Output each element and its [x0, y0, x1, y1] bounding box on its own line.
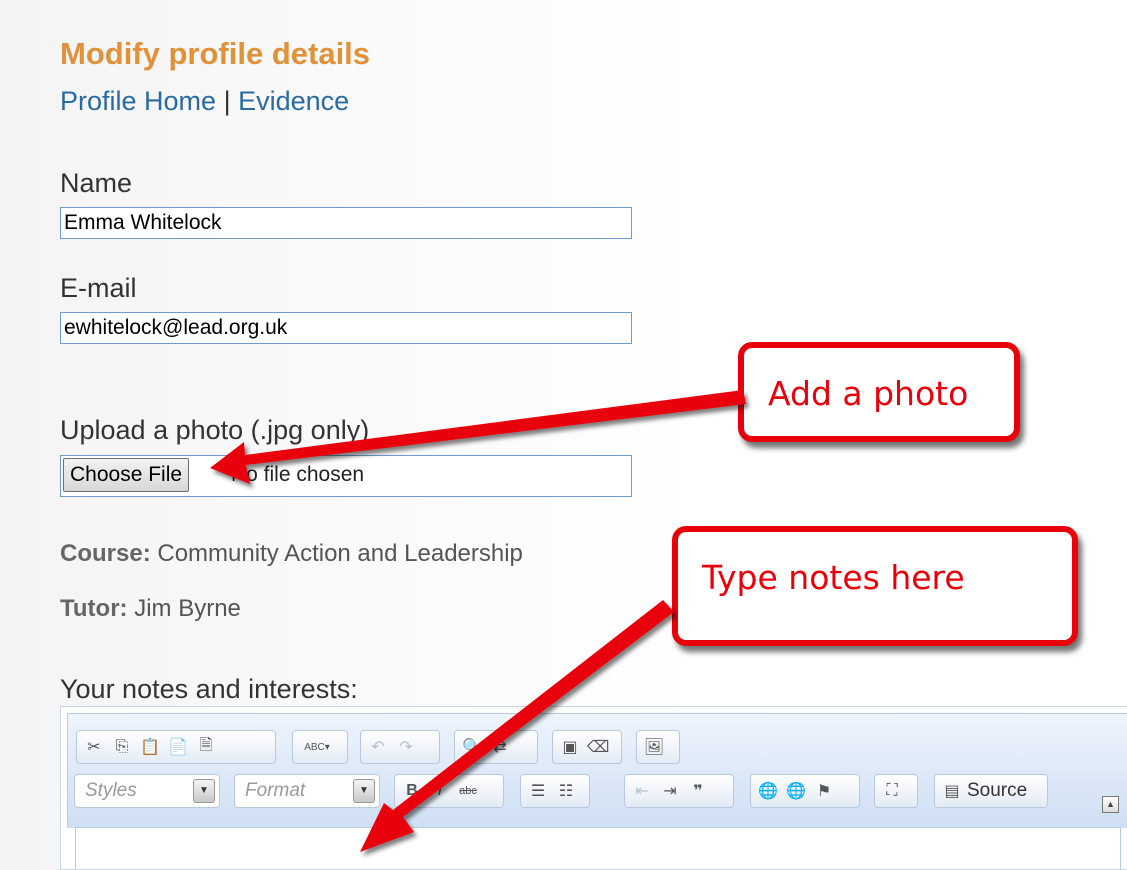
callout-type-notes: Type notes here [672, 526, 1078, 646]
anchor-flag-icon[interactable]: ⚑ [811, 778, 837, 804]
source-button[interactable]: ▤ Source [934, 774, 1048, 808]
course-label: Course: [60, 540, 151, 567]
undo-icon[interactable]: ↶ [365, 734, 391, 760]
select-all-icon[interactable]: ▣ [557, 734, 583, 760]
page-title: Modify profile details [60, 36, 371, 71]
tutor-value: Jim Byrne [134, 595, 241, 622]
name-input[interactable] [60, 207, 632, 239]
photo-upload-label: Upload a photo (.jpg only) [60, 415, 370, 445]
email-label: E-mail [60, 273, 137, 303]
image-icon[interactable]: 🖼 [641, 734, 667, 760]
collapse-toolbar-icon[interactable]: ▲ [1102, 796, 1119, 813]
copy-icon[interactable]: ⎘ [109, 734, 135, 760]
numbered-list-icon[interactable]: ☰ [525, 778, 551, 804]
photo-file-input[interactable]: Choose File No file chosen [60, 455, 632, 497]
toolbar-group-select: ▣ ⌫ [552, 730, 622, 764]
chevron-down-icon: ▼ [193, 779, 215, 803]
link-icon[interactable]: 🌐 [755, 778, 781, 804]
toolbar-group-clipboard: ✂ ⎘ 📋 📄 🗎 [76, 730, 276, 764]
format-dropdown[interactable]: Format ▼ [234, 774, 380, 808]
spellcheck-icon[interactable]: ABC ▾ [297, 734, 337, 760]
email-input[interactable] [60, 312, 632, 344]
toolbar-group-indent: ⇤ ⇥ ❞ [624, 774, 734, 808]
paste-text-icon[interactable]: 📄 [165, 734, 191, 760]
chevron-down-icon: ▼ [353, 779, 375, 803]
notes-label: Your notes and interests: [60, 674, 358, 704]
callout-add-photo-text: Add a photo [768, 374, 969, 413]
italic-icon[interactable]: I [427, 778, 453, 804]
toolbar-group-basic: B I abc [394, 774, 504, 808]
paste-word-icon[interactable]: 🗎 [193, 734, 219, 760]
redo-icon[interactable]: ↷ [393, 734, 419, 760]
editor-content-area[interactable] [75, 827, 1121, 869]
source-label: Source [967, 780, 1028, 801]
course-info: Course: Community Action and Leadership [60, 540, 523, 568]
nav-separator: | [223, 86, 231, 116]
name-label: Name [60, 168, 133, 198]
blockquote-icon[interactable]: ❞ [685, 778, 711, 804]
paste-icon[interactable]: 📋 [137, 734, 163, 760]
toolbar-group-links: 🌐 🌐 ⚑ [750, 774, 860, 808]
toolbar-group-find: 🔍 ⇄ [454, 730, 538, 764]
editor-toolbar: ✂ ⎘ 📋 📄 🗎 ABC ▾ ↶ ↷ 🔍 ⇄ ▣ ⌫ 🖼 Styles ▼ F… [67, 713, 1127, 828]
source-icon: ▤ [944, 783, 960, 800]
unlink-icon[interactable]: 🌐 [783, 778, 809, 804]
bullet-list-icon[interactable]: ☷ [553, 778, 579, 804]
maximize-icon[interactable]: ⛶ [879, 778, 905, 804]
outdent-icon[interactable]: ⇤ [629, 778, 655, 804]
toolbar-group-lists: ☰ ☷ [520, 774, 590, 808]
toolbar-group-spell: ABC ▾ [292, 730, 348, 764]
toolbar-group-image: 🖼 [636, 730, 680, 764]
toolbar-group-undo: ↶ ↷ [360, 730, 440, 764]
format-placeholder: Format [245, 780, 306, 801]
callout-type-notes-text: Type notes here [702, 558, 965, 597]
profile-home-link[interactable]: Profile Home [60, 86, 216, 116]
strike-icon[interactable]: abc [455, 778, 481, 804]
tutor-label: Tutor: [60, 595, 128, 622]
replace-icon[interactable]: ⇄ [487, 734, 513, 760]
no-file-text: No file chosen [231, 463, 365, 486]
toolbar-group-maximize: ⛶ [874, 774, 918, 808]
styles-dropdown[interactable]: Styles ▼ [74, 774, 220, 808]
choose-file-button[interactable]: Choose File [63, 458, 190, 492]
evidence-link[interactable]: Evidence [238, 86, 349, 116]
bold-icon[interactable]: B [399, 778, 425, 804]
cut-icon[interactable]: ✂ [81, 734, 107, 760]
breadcrumb: Profile Home | Evidence [60, 86, 349, 117]
eraser-icon[interactable]: ⌫ [585, 734, 611, 760]
tutor-info: Tutor: Jim Byrne [60, 595, 241, 623]
rich-text-editor[interactable]: ✂ ⎘ 📋 📄 🗎 ABC ▾ ↶ ↷ 🔍 ⇄ ▣ ⌫ 🖼 Styles ▼ F… [60, 706, 1127, 870]
course-value: Community Action and Leadership [157, 540, 523, 567]
styles-placeholder: Styles [85, 780, 137, 801]
find-icon[interactable]: 🔍 [459, 734, 485, 760]
spellcheck-label: ABC [304, 741, 325, 753]
callout-add-photo: Add a photo [738, 342, 1020, 442]
indent-icon[interactable]: ⇥ [657, 778, 683, 804]
